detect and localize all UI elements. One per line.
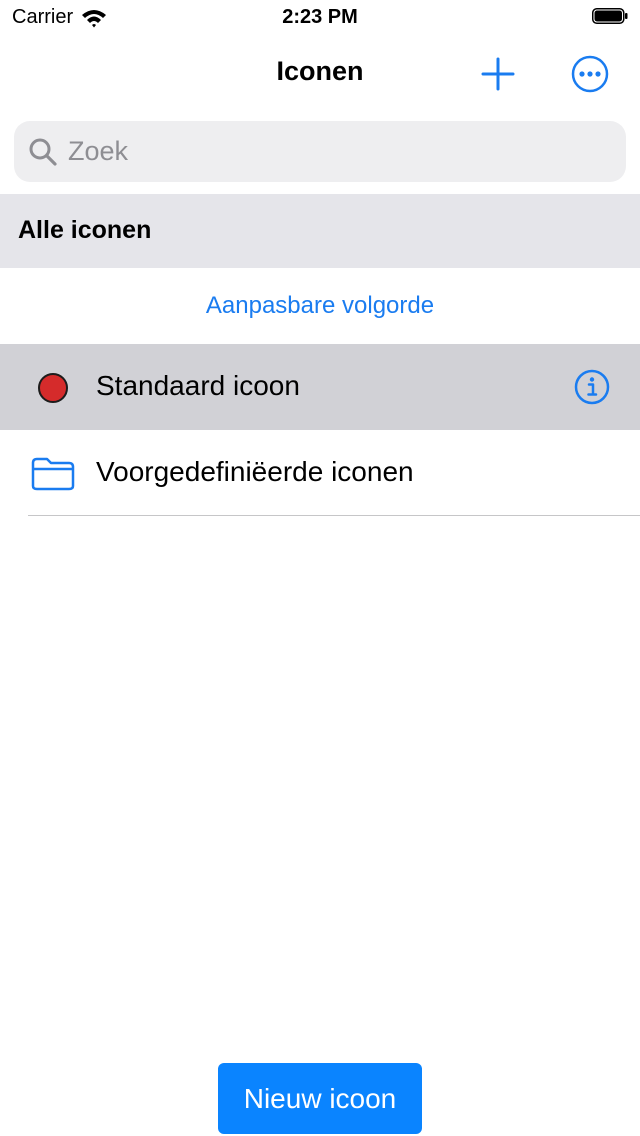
red-circle-icon <box>30 370 76 406</box>
navigation-bar: Iconen <box>0 36 640 110</box>
list-item-standard-icon[interactable]: Standaard icoon <box>0 344 640 430</box>
list-item-predefined-icons[interactable]: Voorgedefiniëerde iconen <box>0 430 640 516</box>
custom-order-link[interactable]: Aanpasbare volgorde <box>0 268 640 344</box>
page-title: Iconen <box>276 56 364 86</box>
more-options-button[interactable] <box>570 54 610 94</box>
battery-icon <box>592 8 628 24</box>
search-bar[interactable] <box>14 121 626 182</box>
search-icon <box>28 137 58 167</box>
status-bar: Carrier 2:23 PM <box>0 0 640 36</box>
list-item-label: Voorgedefiniëerde iconen <box>96 456 414 487</box>
section-header-label: Alle iconen <box>18 216 152 244</box>
folder-icon <box>30 456 76 492</box>
status-time: 2:23 PM <box>282 6 358 28</box>
ellipsis-circle-icon <box>571 55 609 93</box>
new-icon-button[interactable]: Nieuw icoon <box>218 1063 422 1134</box>
info-icon[interactable] <box>574 369 610 405</box>
plus-icon <box>481 57 515 91</box>
section-header: Alle iconen <box>0 194 640 268</box>
search-input[interactable] <box>66 135 610 168</box>
list-item-label: Standaard icoon <box>96 370 300 401</box>
row-divider <box>28 515 640 516</box>
add-button[interactable] <box>478 54 518 94</box>
